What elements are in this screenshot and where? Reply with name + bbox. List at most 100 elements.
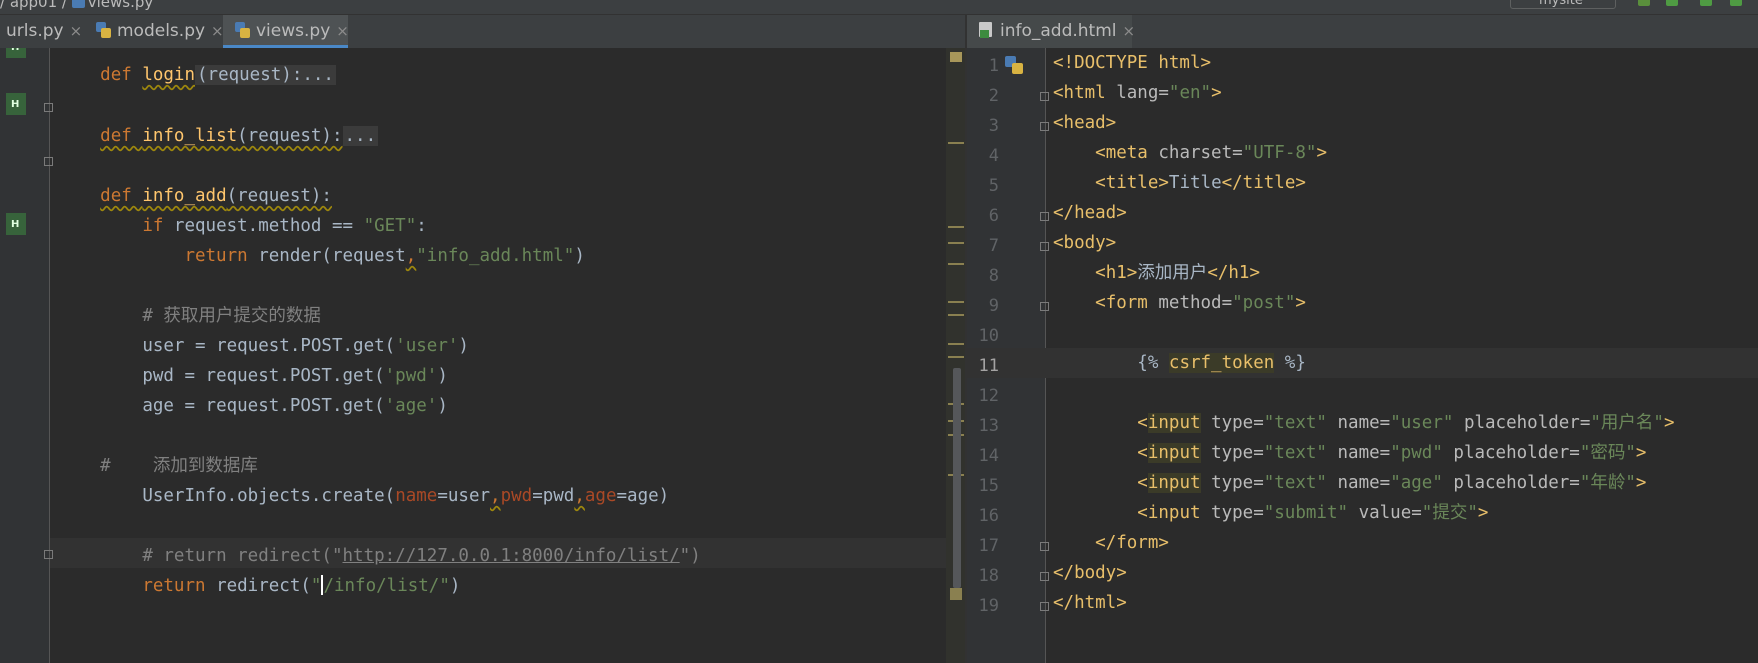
left-code-editor[interactable]: H H H def login(request):... def info_li… — [0, 48, 965, 663]
tab-label: models.py — [117, 21, 206, 41]
debug-icon[interactable] — [1700, 0, 1712, 6]
code-line: <input type="submit" value="提交"> — [1137, 503, 1489, 523]
fold-end-icon[interactable] — [1040, 602, 1049, 611]
python-template-gutter-icon[interactable] — [1005, 56, 1023, 74]
code-line: <h1>添加用户</h1> — [1095, 263, 1260, 283]
fold-collapse-icon[interactable] — [1040, 242, 1049, 251]
gutter-separator — [49, 48, 50, 663]
tab-models[interactable]: models.py × — [86, 15, 224, 48]
fold-collapse-icon[interactable] — [44, 157, 53, 166]
line-number: 8 — [988, 266, 999, 286]
html-template-gutter-icon[interactable]: H — [6, 213, 26, 235]
folded-code-placeholder[interactable]: ... — [342, 126, 379, 146]
code-line: user = request.POST.get('user') — [142, 336, 469, 356]
html-template-gutter-icon[interactable]: H — [6, 93, 26, 115]
left-editor-tab-bar: urls.py × models.py × views.py × — [0, 15, 965, 49]
line-number: 10 — [978, 326, 999, 346]
tab-label: info_add.html — [1000, 21, 1117, 41]
code-line: pwd = request.POST.get('pwd') — [142, 366, 448, 386]
line-number: 19 — [978, 596, 999, 616]
fold-end-icon[interactable] — [1040, 212, 1049, 221]
breadcrumb-path[interactable]: / app01 / — [0, 0, 72, 11]
fold-collapse-icon[interactable] — [1040, 302, 1049, 311]
code-line: def info_list(request):... — [100, 126, 379, 146]
line-number: 7 — [988, 236, 999, 256]
close-icon[interactable]: × — [211, 22, 224, 40]
vertical-scrollbar-thumb[interactable] — [953, 368, 961, 588]
python-file-icon — [96, 22, 111, 38]
tab-urls[interactable]: urls.py × — [0, 15, 84, 48]
code-line: </html> — [1053, 593, 1127, 613]
close-icon[interactable]: × — [1123, 22, 1136, 40]
tab-info-add-html[interactable]: info_add.html × — [967, 15, 1135, 48]
code-line: <input type="text" name="pwd" placeholde… — [1137, 443, 1647, 463]
right-code-editor[interactable]: 1 2 3 4 5 6 7 8 9 10 11 12 13 14 15 16 1… — [967, 48, 1758, 663]
html-template-gutter-icon[interactable]: H — [6, 48, 26, 58]
fold-end-icon[interactable] — [1040, 572, 1049, 581]
code-line: # 添加到数据库 — [100, 456, 258, 476]
code-line: def login (request):... — [100, 65, 336, 85]
warning-marker[interactable] — [948, 356, 964, 358]
line-number: 9 — [988, 296, 999, 316]
line-number: 4 — [988, 146, 999, 166]
run-configuration-label: mysite — [1539, 0, 1583, 8]
code-line: <form method="post"> — [1095, 293, 1306, 313]
line-number: 16 — [978, 506, 999, 526]
breadcrumb-file[interactable]: views.py — [88, 0, 154, 11]
warning-marker[interactable] — [948, 263, 964, 265]
code-line: <head> — [1053, 113, 1117, 133]
code-line: UserInfo.objects.create(name=user,pwd=pw… — [142, 486, 670, 506]
line-number: 5 — [988, 176, 999, 196]
code-line: <body> — [1053, 233, 1117, 253]
line-number: 2 — [988, 86, 999, 106]
warning-marker[interactable] — [948, 242, 964, 244]
coverage-icon[interactable] — [1730, 0, 1742, 6]
code-line: <meta charset="UTF-8"> — [1095, 143, 1327, 163]
fold-collapse-icon[interactable] — [1040, 122, 1049, 131]
fold-expand-icon[interactable] — [44, 103, 53, 112]
warning-marker[interactable] — [948, 226, 964, 228]
warning-marker[interactable] — [948, 301, 964, 303]
build-icon[interactable] — [1638, 0, 1650, 6]
code-line: <input type="text" name="age" placeholde… — [1137, 473, 1647, 493]
html-file-icon — [979, 22, 994, 38]
fold-end-icon[interactable] — [1040, 542, 1049, 551]
line-number: 13 — [978, 416, 999, 436]
code-line: # 获取用户提交的数据 — [142, 306, 321, 326]
code-line: <!DOCTYPE html> — [1053, 53, 1212, 73]
code-line: if request.method == "GET": — [142, 216, 427, 236]
navigation-bar: / app01 / views.py mysite — [0, 0, 1758, 15]
run-configuration-select[interactable]: mysite — [1510, 0, 1616, 9]
code-line: </form> — [1095, 533, 1169, 553]
python-file-icon — [235, 22, 250, 38]
code-line: <input type="text" name="user" placehold… — [1137, 413, 1675, 433]
line-number: 1 — [988, 56, 999, 76]
line-number: 12 — [978, 386, 999, 406]
code-line: <html lang="en"> — [1053, 83, 1222, 103]
line-number: 15 — [978, 476, 999, 496]
tab-views[interactable]: views.py × — [223, 15, 349, 48]
code-line: <title>Title</title> — [1095, 173, 1306, 193]
breadcrumb[interactable]: / app01 / views.py — [0, 0, 153, 11]
close-icon[interactable]: × — [336, 22, 349, 40]
code-line: </head> — [1053, 203, 1127, 223]
warning-marker[interactable] — [948, 142, 964, 144]
fold-collapse-icon[interactable] — [1040, 92, 1049, 101]
fold-end-icon[interactable] — [44, 550, 53, 559]
warning-marker[interactable] — [948, 343, 964, 345]
code-line: {% csrf_token %} — [1137, 353, 1306, 373]
warning-marker[interactable] — [950, 588, 962, 600]
left-gutter — [0, 48, 49, 663]
warning-marker[interactable] — [950, 52, 962, 62]
line-number: 3 — [988, 116, 999, 136]
warning-marker[interactable] — [948, 314, 964, 316]
tab-label: urls.py — [6, 21, 64, 41]
run-icon[interactable] — [1666, 0, 1678, 6]
right-editor-tab-bar: info_add.html × — [967, 15, 1758, 49]
code-line: return render(request,"info_add.html") — [184, 246, 585, 266]
code-line: age = request.POST.get('age') — [142, 396, 448, 416]
line-number: 14 — [978, 446, 999, 466]
code-line: def info_add(request): — [100, 186, 332, 206]
close-icon[interactable]: × — [70, 22, 83, 40]
python-file-icon — [71, 0, 85, 8]
